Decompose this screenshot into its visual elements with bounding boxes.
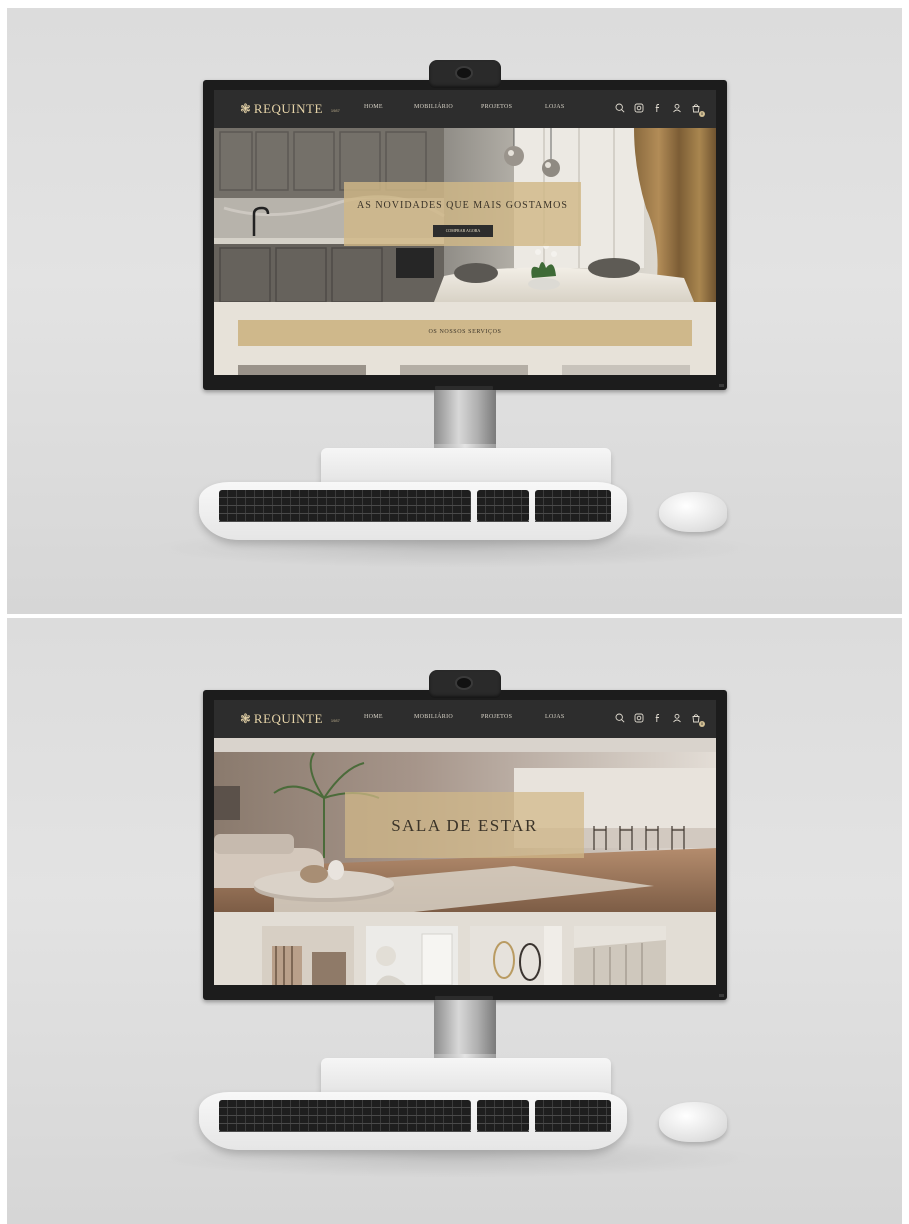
- menu-item-home[interactable]: HOME: [364, 104, 383, 110]
- hero-title: SALA DE ESTAR: [391, 816, 538, 835]
- menu-item-lojas[interactable]: LOJAS: [545, 104, 565, 110]
- logo-sub: 1987: [330, 717, 340, 723]
- mockup-panel-bottom: ❃ REQUINTE 1987 HOME MOBILIÁRIO PROJETOS…: [7, 618, 902, 1224]
- cart-count-badge: 0: [699, 721, 705, 727]
- header-icons: 0: [614, 102, 705, 117]
- cart-count-badge: 0: [699, 111, 705, 117]
- category-thumbnail[interactable]: [470, 926, 562, 985]
- user-icon[interactable]: [671, 102, 683, 114]
- category-thumbnail[interactable]: [366, 926, 458, 985]
- site-header: ❃ REQUINTE 1987 HOME MOBILIÁRIO PROJETOS…: [214, 90, 716, 128]
- menu-item-home[interactable]: HOME: [364, 714, 383, 720]
- logo-sub: 1987: [330, 107, 340, 113]
- search-icon[interactable]: [614, 712, 626, 724]
- menu-item-projetos[interactable]: PROJETOS: [481, 714, 512, 720]
- logo-mark-icon: ❃: [240, 711, 251, 727]
- mouse: [659, 1102, 727, 1142]
- search-icon[interactable]: [614, 102, 626, 114]
- webcam-lens: [457, 678, 471, 688]
- cart-icon[interactable]: 0: [690, 712, 705, 727]
- site-logo[interactable]: ❃ REQUINTE 1987: [240, 710, 340, 728]
- power-led: [719, 384, 724, 387]
- keyboard-main-keys: [219, 1100, 471, 1132]
- monitor: ❃ REQUINTE 1987 HOME MOBILIÁRIO PROJETOS…: [203, 690, 727, 1000]
- logo-mark-icon: ❃: [240, 101, 251, 117]
- monitor: ❃ REQUINTE 1987 HOME MOBILIÁRIO PROJETOS…: [203, 80, 727, 390]
- service-card[interactable]: [238, 365, 366, 375]
- categories-section: [214, 912, 716, 985]
- services-title: OS NOSSOS SERVIÇOS: [428, 329, 502, 335]
- menu-item-lojas[interactable]: LOJAS: [545, 714, 565, 720]
- site-logo[interactable]: ❃ REQUINTE 1987: [240, 100, 340, 118]
- site-header: ❃ REQUINTE 1987 HOME MOBILIÁRIO PROJETOS…: [214, 700, 716, 738]
- cart-icon[interactable]: 0: [690, 102, 705, 117]
- facebook-icon[interactable]: [652, 712, 664, 724]
- keyboard-nav-keys: [477, 490, 529, 522]
- webcam: [429, 60, 501, 88]
- facebook-icon[interactable]: [652, 102, 664, 114]
- keyboard-numpad: [535, 1100, 611, 1132]
- service-card[interactable]: [400, 365, 528, 375]
- category-thumbnail[interactable]: [574, 926, 666, 985]
- webcam-lens: [457, 68, 471, 78]
- logo-word: REQUINTE: [253, 711, 323, 726]
- keyboard-nav-keys: [477, 1100, 529, 1132]
- services-title-band: OS NOSSOS SERVIÇOS: [238, 320, 692, 346]
- category-thumbnail[interactable]: [262, 926, 354, 985]
- power-led: [719, 994, 724, 997]
- logo-word: REQUINTE: [253, 101, 323, 116]
- service-card[interactable]: [562, 365, 690, 375]
- keyboard: [199, 482, 627, 540]
- shop-now-button[interactable]: COMPRAR AGORA: [433, 225, 493, 237]
- instagram-icon[interactable]: [633, 102, 645, 114]
- header-icons: 0: [614, 712, 705, 727]
- instagram-icon[interactable]: [633, 712, 645, 724]
- hero-banner: SALA DE ESTAR: [214, 738, 716, 912]
- user-icon[interactable]: [671, 712, 683, 724]
- keyboard-main-keys: [219, 490, 471, 522]
- mockup-panel-top: ❃ REQUINTE 1987 HOME MOBILIÁRIO PROJETOS…: [7, 8, 902, 614]
- website-screen: ❃ REQUINTE 1987 HOME MOBILIÁRIO PROJETOS…: [214, 700, 716, 985]
- webcam: [429, 670, 501, 698]
- keyboard: [199, 1092, 627, 1150]
- hero-banner: AS NOVIDADES QUE MAIS GOSTAMOS COMPRAR A…: [214, 128, 716, 302]
- services-section: OS NOSSOS SERVIÇOS: [214, 302, 716, 375]
- mouse: [659, 492, 727, 532]
- website-screen: ❃ REQUINTE 1987 HOME MOBILIÁRIO PROJETOS…: [214, 90, 716, 375]
- hero-title: AS NOVIDADES QUE MAIS GOSTAMOS: [357, 200, 568, 211]
- menu-item-projetos[interactable]: PROJETOS: [481, 104, 512, 110]
- menu-item-mobiliario[interactable]: MOBILIÁRIO: [414, 104, 453, 110]
- keyboard-numpad: [535, 490, 611, 522]
- menu-item-mobiliario[interactable]: MOBILIÁRIO: [414, 714, 453, 720]
